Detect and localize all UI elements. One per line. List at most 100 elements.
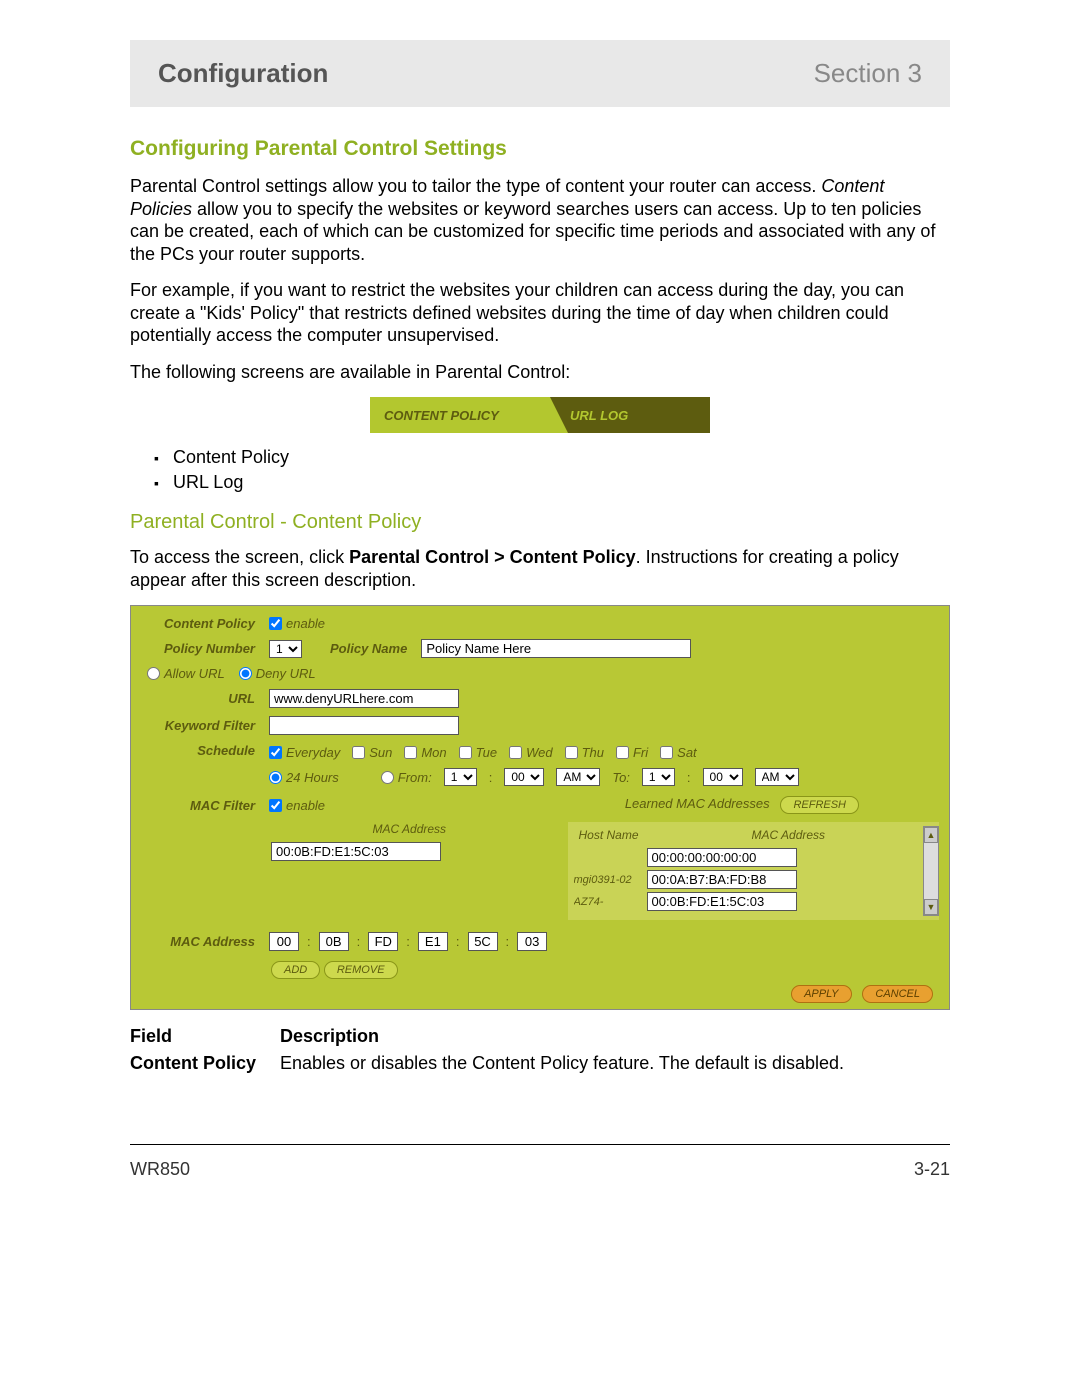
radio-deny-url[interactable]: Deny URL xyxy=(239,666,316,681)
th-field: Field xyxy=(130,1026,280,1047)
thu-text: Thu xyxy=(582,745,604,760)
radio-from[interactable]: From: xyxy=(381,770,432,785)
select-to-hour[interactable]: 1 xyxy=(642,768,675,786)
tue-text: Tue xyxy=(476,745,497,760)
checkbox-mon[interactable]: Mon xyxy=(404,745,446,760)
page-header: Configuration Section 3 xyxy=(130,40,950,107)
remove-button[interactable]: REMOVE xyxy=(324,961,398,979)
input-policy-name[interactable] xyxy=(421,639,691,658)
learned-mac-3[interactable] xyxy=(647,892,797,911)
page-footer: WR850 3-21 xyxy=(130,1144,950,1180)
header-title: Configuration xyxy=(158,58,328,89)
label-content-policy: Content Policy xyxy=(141,616,261,631)
label-policy-number: Policy Number xyxy=(141,641,261,656)
checkbox-content-policy-enable[interactable]: enable xyxy=(269,616,325,631)
checkbox-sat[interactable]: Sat xyxy=(660,745,697,760)
from-text: From: xyxy=(398,770,432,785)
sun-text: Sun xyxy=(369,745,392,760)
scroll-down-icon[interactable]: ▼ xyxy=(924,899,938,915)
para4a: To access the screen, click xyxy=(130,547,349,567)
select-policy-number[interactable]: 1 xyxy=(269,640,302,658)
header-section: Section 3 xyxy=(814,58,922,89)
col-header-host-name: Host Name xyxy=(574,828,644,842)
oct-2[interactable] xyxy=(319,932,349,951)
learned-mac-1[interactable] xyxy=(647,848,797,867)
para1a: Parental Control settings allow you to t… xyxy=(130,176,821,196)
select-from-ampm[interactable]: AM xyxy=(556,768,600,786)
paragraph-1: Parental Control settings allow you to t… xyxy=(130,175,950,265)
label-policy-name: Policy Name xyxy=(330,641,413,656)
oct-4[interactable] xyxy=(418,932,448,951)
checkbox-everyday[interactable]: Everyday xyxy=(269,745,340,760)
cancel-button[interactable]: CANCEL xyxy=(862,985,933,1003)
checkbox-fri[interactable]: Fri xyxy=(616,745,648,760)
bullet-2: URL Log xyxy=(154,472,950,493)
mac-enable-text: enable xyxy=(286,798,325,813)
scrollbar[interactable]: ▲ ▼ xyxy=(923,826,939,916)
input-mac-left[interactable] xyxy=(271,842,441,861)
tab-url-log: URL LOG xyxy=(570,397,628,433)
select-from-min[interactable]: 00 xyxy=(504,768,544,786)
label-url: URL xyxy=(141,691,261,706)
learned-host-3: AZ74- xyxy=(574,896,639,908)
add-button[interactable]: ADD xyxy=(271,961,320,979)
enable-text: enable xyxy=(286,616,325,631)
paragraph-4: To access the screen, click Parental Con… xyxy=(130,546,950,591)
input-keyword-filter[interactable] xyxy=(269,716,459,735)
td-field-1: Content Policy xyxy=(130,1053,280,1074)
input-url[interactable] xyxy=(269,689,459,708)
to-text: To: xyxy=(612,770,630,785)
label-mac-filter: MAC Filter xyxy=(141,798,261,813)
everyday-text: Everyday xyxy=(286,745,340,760)
h24-text: 24 Hours xyxy=(286,770,339,785)
checkbox-sun[interactable]: Sun xyxy=(352,745,392,760)
tab-bar-screenshot: CONTENT POLICY URL LOG xyxy=(370,397,710,433)
label-keyword-filter: Keyword Filter xyxy=(141,718,261,733)
deny-url-text: Deny URL xyxy=(256,666,316,681)
oct-3[interactable] xyxy=(368,932,398,951)
checkbox-tue[interactable]: Tue xyxy=(459,745,497,760)
section-heading: Configuring Parental Control Settings xyxy=(130,137,950,161)
label-mac-address: MAC Address xyxy=(141,934,261,949)
footer-model: WR850 xyxy=(130,1159,190,1180)
scroll-up-icon[interactable]: ▲ xyxy=(924,827,938,843)
select-from-hour[interactable]: 1 xyxy=(444,768,477,786)
refresh-button[interactable]: REFRESH xyxy=(780,796,859,814)
footer-page: 3-21 xyxy=(914,1159,950,1180)
apply-button[interactable]: APPLY xyxy=(791,985,851,1003)
oct-5[interactable] xyxy=(468,932,498,951)
learned-mac-2[interactable] xyxy=(647,870,797,889)
col-header-mac-address-left: MAC Address xyxy=(271,822,548,836)
learned-row-3: AZ74- xyxy=(574,892,933,911)
wed-text: Wed xyxy=(526,745,553,760)
label-learned-mac: Learned MAC Addresses xyxy=(625,796,770,811)
allow-url-text: Allow URL xyxy=(164,666,225,681)
tab-content-policy: CONTENT POLICY xyxy=(370,397,550,433)
sub-heading: Parental Control - Content Policy xyxy=(130,511,950,534)
td-desc-1: Enables or disables the Content Policy f… xyxy=(280,1053,950,1074)
bullet-list: Content Policy URL Log xyxy=(154,447,950,493)
learned-row-2: mgi0391-02 xyxy=(574,870,933,889)
field-table: Field Description Content Policy Enables… xyxy=(130,1026,950,1074)
paragraph-3: The following screens are available in P… xyxy=(130,361,950,384)
para1c: allow you to specify the websites or key… xyxy=(130,199,935,264)
radio-allow-url[interactable]: Allow URL xyxy=(147,666,225,681)
oct-6[interactable] xyxy=(517,932,547,951)
fri-text: Fri xyxy=(633,745,648,760)
th-description: Description xyxy=(280,1026,950,1047)
content-policy-panel: Content Policy enable Policy Number 1 Po… xyxy=(130,605,950,1010)
label-schedule: Schedule xyxy=(141,743,261,758)
checkbox-wed[interactable]: Wed xyxy=(509,745,553,760)
oct-1[interactable] xyxy=(269,932,299,951)
select-to-min[interactable]: 00 xyxy=(703,768,743,786)
learned-host-2: mgi0391-02 xyxy=(574,874,639,886)
paragraph-2: For example, if you want to restrict the… xyxy=(130,279,950,347)
col-header-mac-address-right: MAC Address xyxy=(644,828,933,842)
checkbox-mac-filter-enable[interactable]: enable xyxy=(269,798,325,813)
sat-text: Sat xyxy=(677,745,697,760)
select-to-ampm[interactable]: AM xyxy=(755,768,799,786)
radio-24hours[interactable]: 24 Hours xyxy=(269,770,339,785)
checkbox-thu[interactable]: Thu xyxy=(565,745,604,760)
bullet-1: Content Policy xyxy=(154,447,950,468)
mon-text: Mon xyxy=(421,745,446,760)
